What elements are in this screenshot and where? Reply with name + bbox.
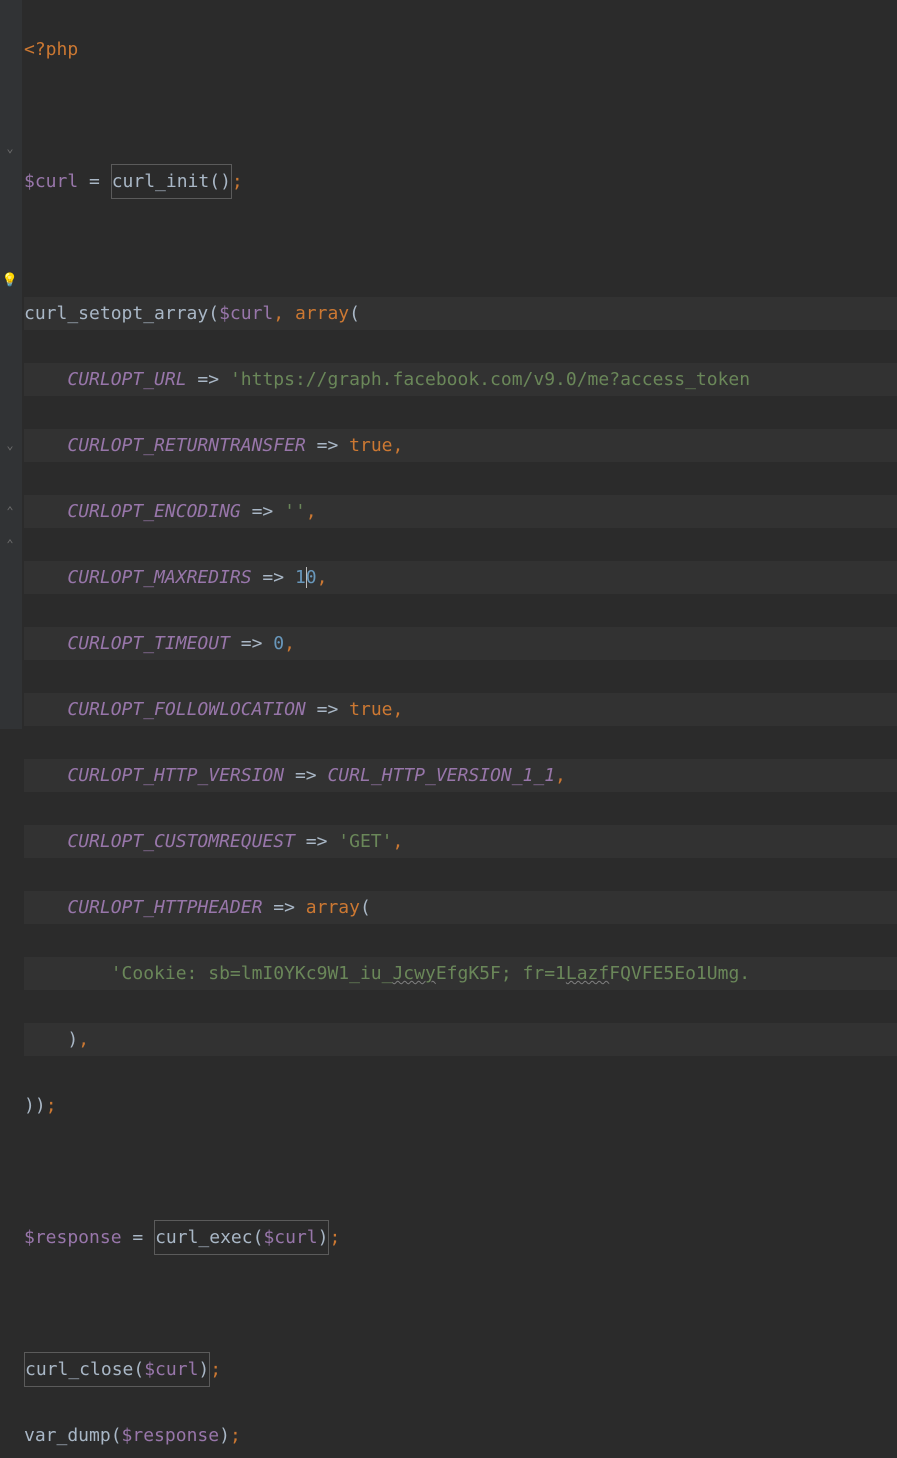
- const: CURLOPT_RETURNTRANSFER: [67, 435, 305, 456]
- arrow: =>: [241, 501, 284, 522]
- variable: $curl: [144, 1359, 198, 1380]
- gutter: ⌄ 💡 ⌄ ⌃ ⌃: [0, 0, 22, 729]
- variable: $curl: [219, 303, 273, 324]
- func-call: curl_init(): [112, 171, 231, 192]
- const: CURL_HTTP_VERSION_1_1: [327, 765, 555, 786]
- string: FQVFE5Eo1Umg.: [609, 963, 750, 984]
- number: 0: [306, 567, 317, 588]
- func-name: curl_close: [25, 1359, 133, 1380]
- highlight-box: curl_exec($curl): [154, 1220, 329, 1255]
- number: 1: [295, 567, 306, 588]
- semicolon: ;: [230, 1425, 241, 1446]
- func-name: curl_exec: [155, 1227, 253, 1248]
- semicolon: ;: [46, 1095, 57, 1116]
- string-wavy: Jcwy: [392, 963, 435, 984]
- const: CURLOPT_HTTP_VERSION: [67, 765, 284, 786]
- bool: true: [349, 435, 392, 456]
- const: CURLOPT_MAXREDIRS: [67, 567, 251, 588]
- string: 'GET': [338, 831, 392, 852]
- arrow: =>: [306, 435, 349, 456]
- string: '': [284, 501, 306, 522]
- arrow: =>: [187, 369, 230, 390]
- const: CURLOPT_FOLLOWLOCATION: [67, 699, 305, 720]
- highlight-box: curl_init(): [111, 164, 232, 199]
- intention-bulb-icon[interactable]: 💡: [1, 271, 19, 289]
- code-editor[interactable]: ⌄ 💡 ⌄ ⌃ ⌃ <?php $curl = curl_init(); cur…: [0, 0, 897, 729]
- fold-glyph[interactable]: ⌄: [1, 139, 19, 157]
- const: CURLOPT_HTTPHEADER: [67, 897, 262, 918]
- arrow: =>: [262, 897, 305, 918]
- assign-op: =: [122, 1227, 155, 1248]
- code-area[interactable]: <?php $curl = curl_init(); curl_setopt_a…: [22, 0, 897, 729]
- number: 0: [273, 633, 284, 654]
- arrow: =>: [284, 765, 327, 786]
- variable-curl: $curl: [24, 171, 78, 192]
- arrow: =>: [306, 699, 349, 720]
- fold-end-glyph[interactable]: ⌃: [1, 502, 19, 520]
- string: 'https://graph.facebook.com/v9.0/me?acce…: [230, 369, 750, 390]
- fold-glyph[interactable]: ⌄: [1, 436, 19, 454]
- func-name: var_dump: [24, 1425, 111, 1446]
- semicolon: ;: [329, 1227, 340, 1248]
- variable: $response: [24, 1227, 122, 1248]
- keyword-array: array: [295, 303, 349, 324]
- const: CURLOPT_CUSTOMREQUEST: [67, 831, 295, 852]
- variable: $curl: [263, 1227, 317, 1248]
- arrow: =>: [252, 567, 295, 588]
- const: CURLOPT_TIMEOUT: [67, 633, 230, 654]
- fold-end-glyph[interactable]: ⌃: [1, 535, 19, 553]
- string-wavy: Lazf: [566, 963, 609, 984]
- arrow: =>: [230, 633, 273, 654]
- highlight-box: curl_close($curl): [24, 1352, 210, 1387]
- func-name: curl_setopt_array: [24, 303, 208, 324]
- const: CURLOPT_ENCODING: [67, 501, 240, 522]
- variable: $response: [122, 1425, 220, 1446]
- semicolon: ;: [210, 1359, 221, 1380]
- assign-op: =: [78, 171, 111, 192]
- string: EfgK5F; fr=1: [436, 963, 566, 984]
- php-open-tag: <?php: [24, 39, 78, 60]
- keyword-array: array: [306, 897, 360, 918]
- bool: true: [349, 699, 392, 720]
- const: CURLOPT_URL: [67, 369, 186, 390]
- semicolon: ;: [232, 171, 243, 192]
- string: 'Cookie: sb=lmI0YKc9W1_iu_: [111, 963, 393, 984]
- arrow: =>: [295, 831, 338, 852]
